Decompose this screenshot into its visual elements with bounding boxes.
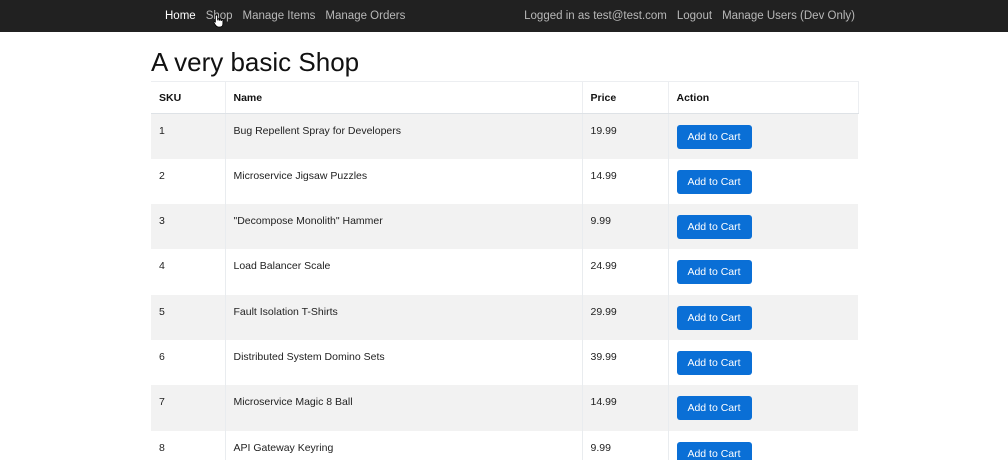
nav-home-link[interactable]: Home xyxy=(160,0,201,32)
add-to-cart-button[interactable]: Add to Cart xyxy=(676,169,752,194)
cell-sku: 8 xyxy=(151,430,226,460)
cell-name: Microservice Jigsaw Puzzles xyxy=(225,158,583,205)
products-table: SKU Name Price Action 1 Bug Repellent Sp… xyxy=(151,81,859,460)
cell-name: Fault Isolation T-Shirts xyxy=(225,294,583,340)
table-row: 3 "Decompose Monolith" Hammer 9.99 Add t… xyxy=(151,204,858,250)
cell-name: "Decompose Monolith" Hammer xyxy=(225,204,583,250)
cell-price: 29.99 xyxy=(582,294,669,340)
header-action: Action xyxy=(668,81,859,114)
cell-action: Add to Cart xyxy=(668,159,858,204)
logged-in-status: Logged in as test@test.com xyxy=(524,10,667,22)
cell-name: API Gateway Keyring xyxy=(225,430,583,460)
cell-price: 24.99 xyxy=(582,249,669,295)
add-to-cart-button[interactable]: Add to Cart xyxy=(676,305,752,330)
header-name: Name xyxy=(225,81,583,114)
cell-action: Add to Cart xyxy=(668,385,858,430)
table-row: 6 Distributed System Domino Sets 39.99 A… xyxy=(151,339,858,386)
table-row: 2 Microservice Jigsaw Puzzles 14.99 Add … xyxy=(151,158,858,205)
add-to-cart-button[interactable]: Add to Cart xyxy=(676,441,752,460)
nav-logout-link[interactable]: Logout xyxy=(672,0,717,32)
cell-price: 39.99 xyxy=(582,339,669,386)
cell-sku: 1 xyxy=(151,113,226,159)
cell-name: Distributed System Domino Sets xyxy=(225,339,583,386)
header-sku: SKU xyxy=(151,81,226,114)
add-to-cart-button[interactable]: Add to Cart xyxy=(676,396,752,421)
table-body: 1 Bug Repellent Spray for Developers 19.… xyxy=(151,113,858,460)
add-to-cart-button[interactable]: Add to Cart xyxy=(676,350,752,375)
page-title: A very basic Shop xyxy=(151,47,360,77)
products-table-container: SKU Name Price Action 1 Bug Repellent Sp… xyxy=(151,81,859,460)
nav-right-group: Logged in as test@test.com Logout Manage… xyxy=(519,0,860,32)
cell-action: Add to Cart xyxy=(668,249,858,294)
header-price: Price xyxy=(582,81,669,114)
nav-left-group: Home Shop Manage Items Manage Orders xyxy=(160,0,410,32)
table-row: 5 Fault Isolation T-Shirts 29.99 Add to … xyxy=(151,294,858,340)
cell-action: Add to Cart xyxy=(668,295,858,340)
nav-manage-orders-link[interactable]: Manage Orders xyxy=(320,0,410,32)
add-to-cart-button[interactable]: Add to Cart xyxy=(676,260,752,285)
cell-action: Add to Cart xyxy=(668,431,858,460)
cell-price: 9.99 xyxy=(582,430,669,460)
cell-sku: 6 xyxy=(151,339,226,386)
table-row: 4 Load Balancer Scale 24.99 Add to Cart xyxy=(151,249,858,295)
cell-action: Add to Cart xyxy=(668,204,858,249)
cell-price: 14.99 xyxy=(582,158,669,205)
cell-name: Microservice Magic 8 Ball xyxy=(225,385,583,431)
cell-sku: 3 xyxy=(151,204,226,250)
cell-sku: 2 xyxy=(151,158,226,205)
table-row: 1 Bug Repellent Spray for Developers 19.… xyxy=(151,113,858,159)
cell-sku: 4 xyxy=(151,249,226,295)
cell-action: Add to Cart xyxy=(668,340,858,385)
cell-action: Add to Cart xyxy=(668,114,858,159)
cell-price: 9.99 xyxy=(582,204,669,250)
table-row: 7 Microservice Magic 8 Ball 14.99 Add to… xyxy=(151,385,858,431)
cell-name: Load Balancer Scale xyxy=(225,249,583,295)
navbar: Home Shop Manage Items Manage Orders Log… xyxy=(0,0,1008,32)
nav-manage-items-link[interactable]: Manage Items xyxy=(238,0,321,32)
hand-pointer-icon xyxy=(213,14,224,28)
add-to-cart-button[interactable]: Add to Cart xyxy=(676,215,752,240)
cell-name: Bug Repellent Spray for Developers xyxy=(225,113,583,159)
cell-price: 14.99 xyxy=(582,385,669,431)
cell-sku: 7 xyxy=(151,385,226,431)
table-header: SKU Name Price Action xyxy=(151,81,859,114)
nav-manage-users-link[interactable]: Manage Users (Dev Only) xyxy=(717,0,860,32)
table-row: 8 API Gateway Keyring 9.99 Add to Cart xyxy=(151,430,858,460)
cell-sku: 5 xyxy=(151,294,226,340)
cell-price: 19.99 xyxy=(582,113,669,159)
add-to-cart-button[interactable]: Add to Cart xyxy=(676,125,752,149)
